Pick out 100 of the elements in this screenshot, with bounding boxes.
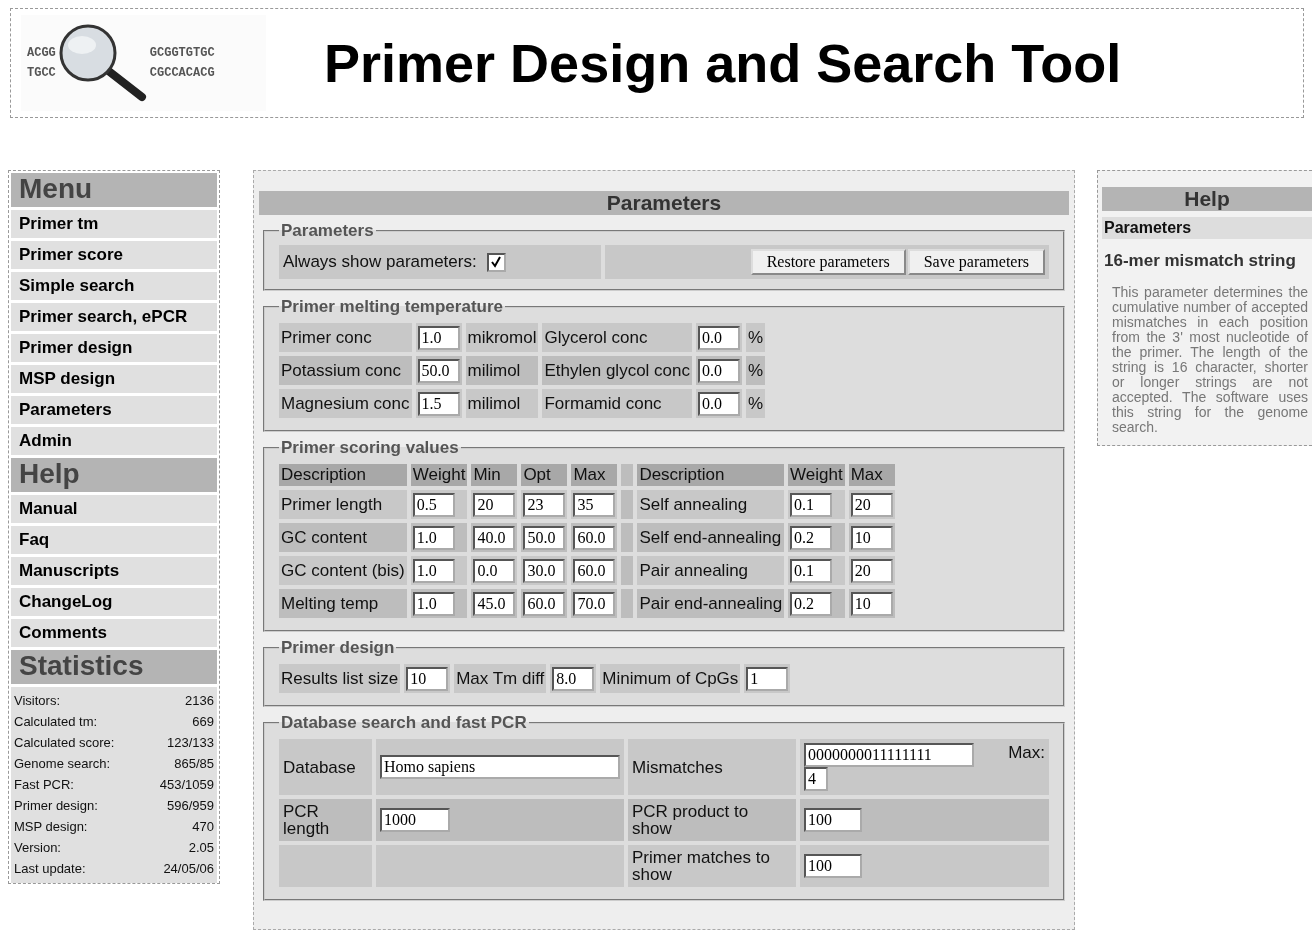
text-input[interactable]: 70.0: [573, 591, 616, 616]
text-input[interactable]: 35: [573, 492, 616, 517]
text-input[interactable]: 1000: [380, 808, 450, 832]
stat-value: 453/1059: [159, 776, 214, 794]
text-input[interactable]: 1.0: [412, 558, 455, 583]
field-label: Glycerol conc: [542, 323, 692, 352]
field-label: Magnesium conc: [279, 389, 412, 418]
sidebar-link[interactable]: Faq: [11, 526, 217, 554]
sidebar-link[interactable]: Admin: [11, 427, 217, 455]
text-input[interactable]: 20: [850, 492, 893, 517]
parameters-button[interactable]: Restore parameters: [750, 249, 906, 275]
text-input[interactable]: 0.0: [473, 558, 516, 583]
text-input[interactable]: 30.0: [523, 558, 566, 583]
sidebar-link[interactable]: Primer design: [11, 334, 217, 362]
field-label: Self end-annealing: [637, 523, 785, 552]
field-label: Primer conc: [279, 323, 412, 352]
text-input[interactable]: 0.1: [790, 558, 833, 583]
database-input[interactable]: Homo sapiens: [380, 755, 620, 779]
field-label: Database: [279, 739, 372, 795]
text-input[interactable]: 20: [850, 558, 893, 583]
field-label: Pair annealing: [637, 556, 785, 585]
field-label: Max:: [1008, 743, 1045, 763]
max-mismatch-input[interactable]: 4: [804, 767, 828, 791]
sidebar-link[interactable]: MSP design: [11, 365, 217, 393]
sidebar-link[interactable]: Manuscripts: [11, 557, 217, 585]
help-text: This parameter determines the cumulative number of accepted mismatches in each position from the 3' most nucleotide of the primer. The length of the string is 16 character, shorter or longer strings are not accepted. The software uses this string for the genome search.: [1112, 285, 1308, 435]
text-input[interactable]: 1.0: [412, 525, 455, 550]
unit-label: %: [746, 389, 766, 418]
stat-value: 470: [192, 818, 214, 836]
help-section-heading: Parameters: [1102, 217, 1312, 239]
sidebar-link[interactable]: Manual: [11, 495, 217, 523]
text-input[interactable]: 60.0: [523, 591, 566, 616]
magnifier-icon: [57, 23, 148, 103]
stat-label: Last update:: [14, 860, 86, 878]
stat-label: Calculated score:: [14, 734, 115, 752]
text-input[interactable]: 10: [406, 666, 449, 691]
text-input[interactable]: 0.0: [698, 391, 740, 416]
stat-label: Fast PCR:: [14, 776, 74, 794]
text-input[interactable]: 45.0: [473, 591, 516, 616]
text-input[interactable]: 50.0: [417, 358, 460, 383]
sidebar-link[interactable]: Primer score: [11, 241, 217, 269]
text-input[interactable]: 0.0: [698, 325, 740, 350]
text-input[interactable]: 1: [746, 666, 789, 691]
group-legend: Primer design: [279, 638, 397, 658]
stat-value: 2.05: [188, 839, 214, 857]
field-label: PCR length: [279, 799, 372, 841]
text-input[interactable]: 8.0: [552, 666, 595, 691]
text-input[interactable]: 1.0: [412, 591, 455, 616]
text-input[interactable]: 0.2: [790, 591, 833, 616]
field-label: GC content (bis): [279, 556, 407, 585]
text-input[interactable]: 10: [850, 525, 893, 550]
logo-sequence-text: GCGGTGTGC: [149, 45, 215, 62]
column-header: Max: [848, 464, 895, 486]
sidebar-link[interactable]: Primer tm: [11, 210, 217, 238]
sidebar-link[interactable]: ChangeLog: [11, 588, 217, 616]
text-input[interactable]: 60.0: [573, 525, 616, 550]
text-input[interactable]: 10: [850, 591, 893, 616]
stat-label: Primer design:: [14, 797, 98, 815]
text-input[interactable]: 1.5: [417, 391, 460, 416]
text-input[interactable]: 0.5: [412, 492, 455, 517]
stat-label: Visitors:: [14, 692, 60, 710]
text-input[interactable]: 0.0: [698, 358, 740, 383]
sidebar-link[interactable]: Primer search, ePCR: [11, 303, 217, 331]
column-header: Weight: [410, 464, 468, 486]
text-input[interactable]: 100: [804, 808, 862, 832]
column-header: Description: [279, 464, 407, 486]
always-show-checkbox[interactable]: [486, 252, 506, 272]
group-legend: Parameters: [279, 221, 376, 241]
group-legend: Primer melting temperature: [279, 297, 505, 317]
text-input[interactable]: 100: [804, 854, 862, 878]
sidebar-link[interactable]: Parameters: [11, 396, 217, 424]
sidebar-link[interactable]: Simple search: [11, 272, 217, 300]
text-input[interactable]: 60.0: [573, 558, 616, 583]
unit-label: milimol: [465, 389, 539, 418]
text-input[interactable]: 40.0: [473, 525, 516, 550]
text-input[interactable]: 0.2: [790, 525, 833, 550]
unit-label: %: [746, 323, 766, 352]
text-input[interactable]: 50.0: [523, 525, 566, 550]
mismatch-string-input[interactable]: 0000000011111111: [804, 743, 974, 767]
sidebar-link[interactable]: Comments: [11, 619, 217, 647]
text-input[interactable]: 1.0: [417, 325, 460, 350]
stat-label: Version:: [14, 839, 61, 857]
field-label: Pair end-annealing: [637, 589, 785, 618]
text-input[interactable]: 20: [473, 492, 516, 517]
group-legend: Database search and fast PCR: [279, 713, 529, 733]
field-label: Ethylen glycol conc: [542, 356, 692, 385]
field-label: Max Tm diff: [454, 664, 547, 693]
field-label: Mismatches: [628, 739, 796, 795]
column-header: Max: [571, 464, 618, 486]
stat-value: 865/85: [174, 755, 214, 773]
text-input[interactable]: 23: [523, 492, 566, 517]
sidebar-heading: Statistics: [11, 650, 217, 684]
stat-value: 669: [192, 713, 214, 731]
logo-sequence-text: ACGG: [27, 45, 56, 62]
text-input[interactable]: 0.1: [790, 492, 833, 517]
column-header: Opt: [521, 464, 568, 486]
parameters-button[interactable]: Save parameters: [907, 249, 1045, 275]
page-title: Primer Design and Search Tool: [324, 32, 1122, 94]
unit-label: mikromol: [465, 323, 539, 352]
field-label: Self annealing: [637, 490, 785, 519]
